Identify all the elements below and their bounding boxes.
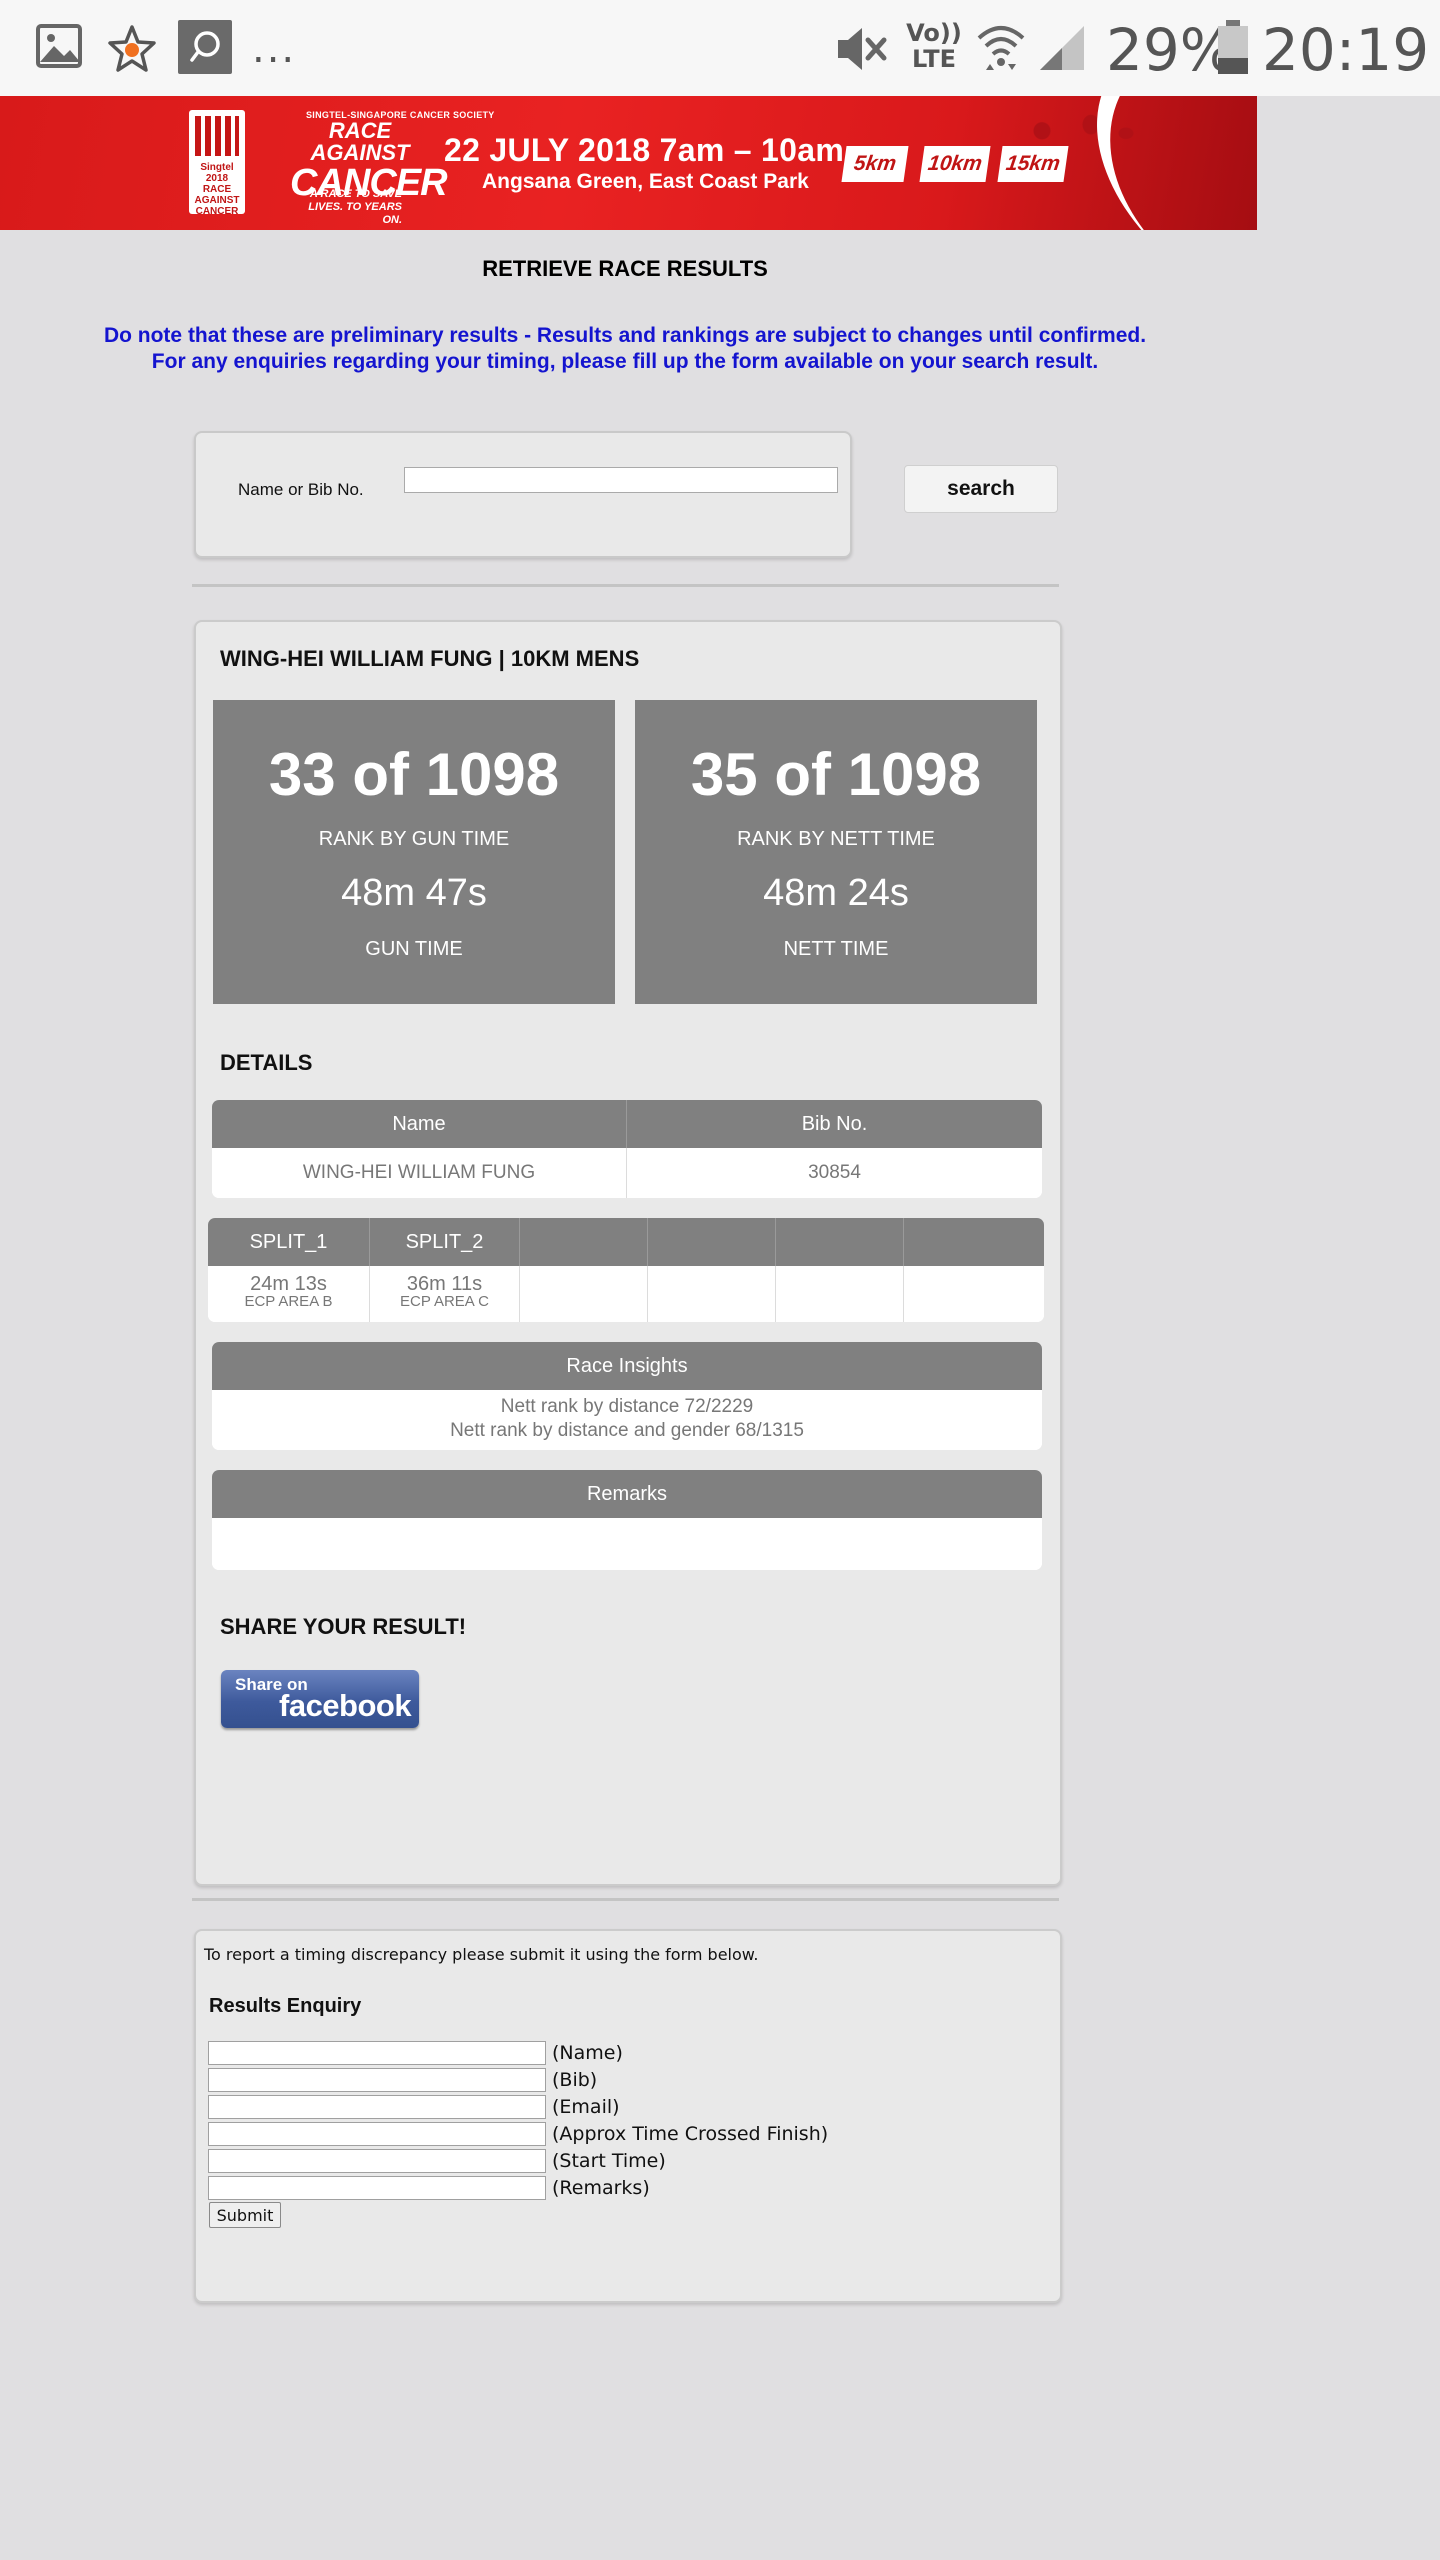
event-venue: Angsana Green, East Coast Park: [482, 170, 809, 193]
gun-time-label: GUN TIME: [365, 938, 463, 960]
enquiry-finish-time-field[interactable]: [208, 2122, 546, 2146]
split-empty-header: [648, 1218, 776, 1266]
enquiry-note: To report a timing discrepancy please su…: [204, 1945, 759, 1964]
split-empty-cell: [776, 1266, 904, 1322]
wifi-icon: [977, 26, 1025, 70]
battery-icon: [1218, 20, 1248, 74]
nett-time-label: NETT TIME: [783, 938, 889, 960]
status-bar: ... Vo)) LTE 29% 20:19: [0, 0, 1440, 96]
gun-rank-label: RANK BY GUN TIME: [318, 828, 510, 850]
gun-time: 48m 47s: [341, 872, 487, 914]
distance-badge-10km: 10km: [919, 146, 991, 182]
split-2-time: 36m 11s: [406, 1273, 483, 1295]
divider: [192, 1898, 1059, 1901]
search-button[interactable]: search: [904, 465, 1058, 513]
submit-button[interactable]: Submit: [209, 2202, 281, 2228]
split-2-location: ECP AREA C: [400, 1293, 489, 1310]
split-empty-cell: [520, 1266, 648, 1322]
gallery-icon: [36, 24, 82, 68]
split-2-header: SPLIT_2: [370, 1218, 520, 1266]
split-empty-header: [776, 1218, 904, 1266]
preliminary-notice: Do note that these are preliminary resul…: [103, 324, 1147, 373]
enquiry-name-label: (Name): [552, 2042, 623, 2064]
clock: 20:19: [1262, 16, 1430, 84]
split-1-header: SPLIT_1: [208, 1218, 370, 1266]
details-table: Name Bib No. WING-HEI WILLIAM FUNG 30854: [212, 1100, 1042, 1198]
split-1-cell: 24m 13s ECP AREA B: [208, 1266, 370, 1322]
details-heading: DETAILS: [220, 1050, 313, 1075]
bib-number: 30854: [808, 1162, 861, 1183]
search-panel: Name or Bib No.: [194, 431, 852, 558]
enquiry-email-field[interactable]: [208, 2095, 546, 2119]
nett-time: 48m 24s: [763, 872, 909, 914]
search-label: Name or Bib No.: [238, 480, 364, 499]
split-empty-header: [520, 1218, 648, 1266]
race-banner[interactable]: Singtel 2018 RACE AGAINST CANCER SINGTEL…: [0, 96, 1257, 230]
splits-table: SPLIT_1 SPLIT_2 24m 13s ECP AREA B 36m 1…: [208, 1218, 1044, 1322]
more-icon: ...: [252, 26, 297, 72]
remarks-table: Remarks: [212, 1470, 1042, 1570]
enquiry-name-field[interactable]: [208, 2041, 546, 2065]
distance-badge-15km: 15km: [997, 146, 1069, 182]
enquiry-email-label: (Email): [552, 2096, 620, 2118]
share-heading: SHARE YOUR RESULT!: [220, 1614, 467, 1639]
divider: [192, 584, 1059, 587]
enquiry-finish-time-label: (Approx Time Crossed Finish): [552, 2123, 829, 2145]
page-title: RETRIEVE RACE RESULTS: [482, 256, 768, 281]
details-header-name: Name: [212, 1100, 627, 1148]
table-row: WING-HEI WILLIAM FUNG 30854: [212, 1148, 1042, 1198]
star-icon: [108, 25, 156, 72]
result-card: WING-HEI WILLIAM FUNG | 10KM MENS 33 of …: [194, 620, 1062, 1886]
enquiry-bib-field[interactable]: [208, 2068, 546, 2092]
split-empty-header: [904, 1218, 1044, 1266]
details-header-bib: Bib No.: [801, 1113, 868, 1135]
table-row: 24m 13s ECP AREA B 36m 11s ECP AREA C: [208, 1266, 1044, 1322]
split-1-location: ECP AREA B: [244, 1293, 333, 1310]
remarks-body: [212, 1518, 1042, 1570]
gun-rank-box: 33 of 1098 RANK BY GUN TIME 48m 47s GUN …: [213, 700, 615, 1004]
nett-rank-box: 35 of 1098 RANK BY NETT TIME 48m 24s NET…: [635, 700, 1037, 1004]
enquiry-title: Results Enquiry: [209, 1995, 362, 2017]
event-tagline: A RACE TO SAVE LIVES. TO YEARS ON.: [308, 188, 402, 226]
remarks-header: Remarks: [212, 1470, 1042, 1518]
nett-rank: 35 of 1098: [690, 741, 982, 808]
search-input[interactable]: [404, 467, 838, 493]
enquiry-remarks-field[interactable]: [208, 2176, 546, 2200]
enquiry-remarks-label: (Remarks): [552, 2177, 650, 2199]
race-insights-table: Race Insights Nett rank by distance 72/2…: [212, 1342, 1042, 1450]
volte-icon: Vo)) LTE: [906, 19, 962, 73]
split-empty-cell: [904, 1266, 1044, 1322]
race-insights-header: Race Insights: [212, 1342, 1042, 1390]
nett-rank-distance-gender: Nett rank by distance and gender 68/1315: [450, 1420, 804, 1441]
race-insights-body: Nett rank by distance 72/2229 Nett rank …: [212, 1390, 1042, 1450]
race-logo: Singtel 2018 RACE AGAINST CANCER: [189, 110, 245, 217]
share-facebook-button[interactable]: Share on facebook: [221, 1670, 419, 1728]
result-heading: WING-HEI WILLIAM FUNG | 10KM MENS: [220, 646, 640, 671]
split-empty-cell: [648, 1266, 776, 1322]
nett-rank-distance: Nett rank by distance 72/2229: [500, 1396, 754, 1417]
enquiry-start-time-label: (Start Time): [552, 2150, 666, 2172]
distance-badge-5km: 5km: [841, 146, 909, 182]
split-1-time: 24m 13s: [250, 1273, 327, 1295]
results-enquiry-form: To report a timing discrepancy please su…: [194, 1929, 1062, 2303]
runner-name: WING-HEI WILLIAM FUNG: [212, 1148, 627, 1198]
enquiry-start-time-field[interactable]: [208, 2149, 546, 2173]
event-date: 22 JULY 2018 7am – 10am: [444, 132, 845, 168]
nett-rank-label: RANK BY NETT TIME: [737, 828, 935, 850]
mute-icon: [838, 28, 887, 70]
signal-icon: [1040, 26, 1084, 70]
enquiry-bib-label: (Bib): [552, 2069, 598, 2091]
split-2-cell: 36m 11s ECP AREA C: [370, 1266, 520, 1322]
chat-icon: [178, 20, 232, 74]
gun-rank: 33 of 1098: [268, 741, 560, 808]
